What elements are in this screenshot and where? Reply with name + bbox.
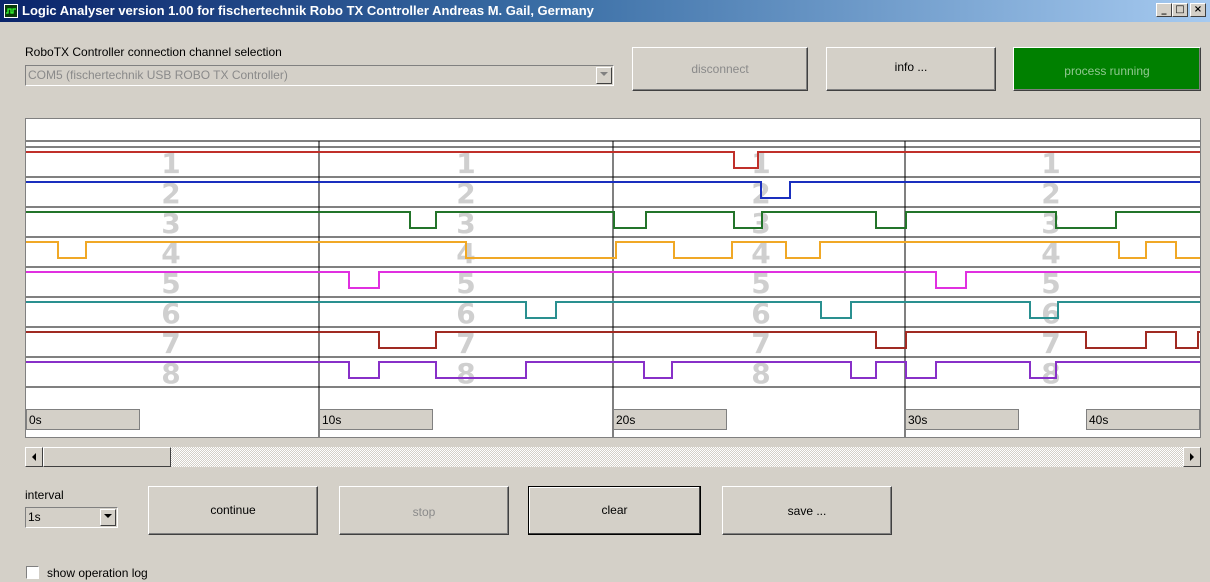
minimize-button[interactable]: _ (1156, 3, 1172, 17)
channel-3-waveform (26, 211, 1200, 229)
operation-log-label: show operation log (47, 566, 148, 580)
connection-value: COM5 (fischertechnik USB ROBO TX Control… (28, 68, 288, 82)
title-bar[interactable]: Logic Analyser version 1.00 for fischert… (0, 0, 1210, 22)
horizontal-scrollbar[interactable] (25, 447, 1201, 467)
disconnect-button[interactable]: disconnect (632, 47, 808, 91)
close-button[interactable]: × (1190, 3, 1206, 17)
chevron-down-icon[interactable] (596, 67, 612, 84)
arrow-right-icon (1190, 453, 1194, 461)
arrow-left-icon (32, 453, 36, 461)
channel-number-label: 8 (456, 357, 475, 390)
save-button[interactable]: save ... (722, 486, 892, 535)
continue-button[interactable]: continue (148, 486, 318, 535)
waveform-panel: 1 1 1 1 2 2 2 2 3 3 3 3 4 4 4 4 5 5 5 5 6 6 6 6 7 7 7 7 8 8 8 8 0s 10s 20s… (25, 118, 1201, 438)
interval-value: 1s (28, 510, 41, 524)
chevron-down-icon[interactable] (100, 509, 116, 526)
operation-log-checkbox[interactable] (26, 566, 39, 579)
time-label-box (26, 409, 140, 430)
process-running-button[interactable]: process running (1013, 47, 1201, 91)
time-label: 0s (29, 413, 42, 427)
clear-button[interactable]: clear (528, 486, 701, 535)
time-label: 40s (1089, 413, 1108, 427)
time-label: 10s (322, 413, 341, 427)
scroll-right-button[interactable] (1183, 447, 1201, 467)
connection-label: RoboTX Controller connection channel sel… (25, 45, 282, 59)
waveform-chart: 1 1 1 12 2 2 23 3 3 34 4 4 45 5 5 56 6 6 67 7 7 78 8 8 80s 10s 20s… (26, 140, 1200, 437)
scroll-thumb[interactable] (43, 447, 171, 467)
maximize-button[interactable]: □ (1172, 3, 1188, 17)
scroll-left-button[interactable] (25, 447, 43, 467)
stop-button[interactable]: stop (339, 486, 509, 535)
app-icon (4, 4, 18, 18)
interval-label: interval (25, 488, 64, 502)
info-button[interactable]: info ... (826, 47, 996, 91)
interval-select[interactable]: 1s (25, 507, 118, 528)
connection-select[interactable]: COM5 (fischertechnik USB ROBO TX Control… (25, 65, 614, 86)
time-label: 30s (908, 413, 927, 427)
window-title: Logic Analyser version 1.00 for fischert… (22, 3, 594, 18)
time-label: 20s (616, 413, 635, 427)
